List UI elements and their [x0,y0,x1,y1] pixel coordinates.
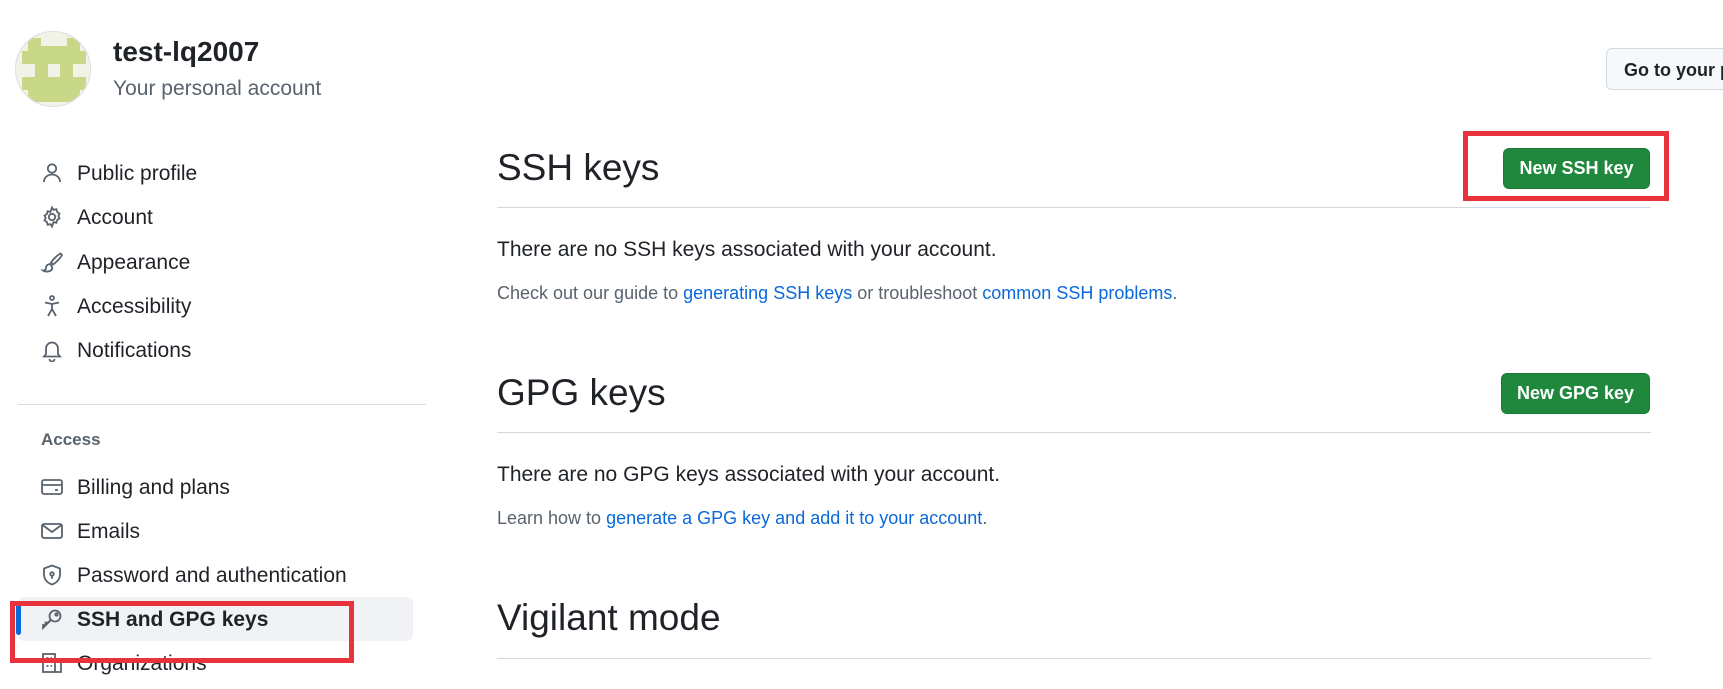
help-text-fragment: . [1172,283,1178,303]
person-icon [43,163,61,183]
sidebar-item-billing[interactable]: Billing and plans [18,465,413,509]
gear-icon [43,205,61,229]
ssh-help-text: Check out our guide to generating SSH ke… [497,283,1177,304]
sidebar-item-appearance[interactable]: Appearance [18,240,413,284]
section-divider [497,207,1651,208]
sidebar-item-emails[interactable]: Emails [18,509,413,553]
generate-gpg-key-link[interactable]: generate a GPG key and add it to your ac… [606,508,982,528]
identicon-image [16,32,90,106]
sidebar-item-label: Account [77,206,153,229]
new-gpg-key-button[interactable]: New GPG key [1501,373,1650,414]
bell-icon [42,341,62,362]
section-divider [497,658,1651,659]
sidebar-section-heading: Access [41,430,101,449]
help-text-fragment: Learn how to [497,508,607,528]
paintbrush-icon [40,252,64,273]
sidebar-item-label: Public profile [77,162,198,185]
sidebar-item-label: Password and authentication [77,564,347,587]
sidebar-item-label: Billing and plans [77,476,230,499]
sidebar-item-notifications[interactable]: Notifications [18,328,413,372]
accessibility-icon [44,295,60,317]
help-text-fragment: Check out our guide to [497,283,684,303]
sidebar-item-ssh-gpg-keys[interactable]: SSH and GPG keys [16,597,413,641]
sidebar-item-public-profile[interactable]: Public profile [18,151,413,195]
sidebar-divider [18,404,426,405]
go-to-profile-button[interactable]: Go to your p [1606,48,1723,90]
organization-icon [42,653,62,673]
gpg-keys-title: GPG keys [497,372,666,413]
sidebar-item-label: Accessibility [77,295,192,318]
sidebar-item-label: Notifications [77,339,192,362]
sidebar-item-password-authentication[interactable]: Password and authentication [18,553,413,597]
help-text-fragment: or troubleshoot [852,283,983,303]
sidebar-item-label: SSH and GPG keys [77,608,269,631]
gpg-empty-message: There are no GPG keys associated with yo… [497,463,1001,486]
sidebar-item-label: Appearance [77,251,191,274]
credit-card-icon [41,479,63,495]
sidebar-item-label: Emails [77,520,141,543]
sidebar-item-accessibility[interactable]: Accessibility [18,284,413,328]
sidebar-item-label: Organizations [77,652,207,675]
account-subtitle: Your personal account [113,77,322,100]
help-text-fragment: . [982,508,988,528]
mail-icon [41,523,63,539]
shield-lock-icon [43,564,61,586]
vigilant-mode-title: Vigilant mode [497,597,721,638]
sidebar-item-account[interactable]: Account [18,195,413,239]
generating-ssh-keys-link[interactable]: generating SSH keys [683,283,852,303]
ssh-keys-title: SSH keys [497,147,660,188]
gpg-help-text: Learn how to generate a GPG key and add … [497,508,987,529]
key-icon [42,609,62,631]
account-name: test-lq2007 [113,36,260,67]
ssh-empty-message: There are no SSH keys associated with yo… [497,238,997,261]
section-divider [497,432,1651,433]
avatar[interactable] [15,31,91,107]
sidebar-item-organizations[interactable]: Organizations [18,641,413,685]
common-ssh-problems-link[interactable]: common SSH problems [982,283,1172,303]
new-ssh-key-button[interactable]: New SSH key [1503,148,1650,189]
